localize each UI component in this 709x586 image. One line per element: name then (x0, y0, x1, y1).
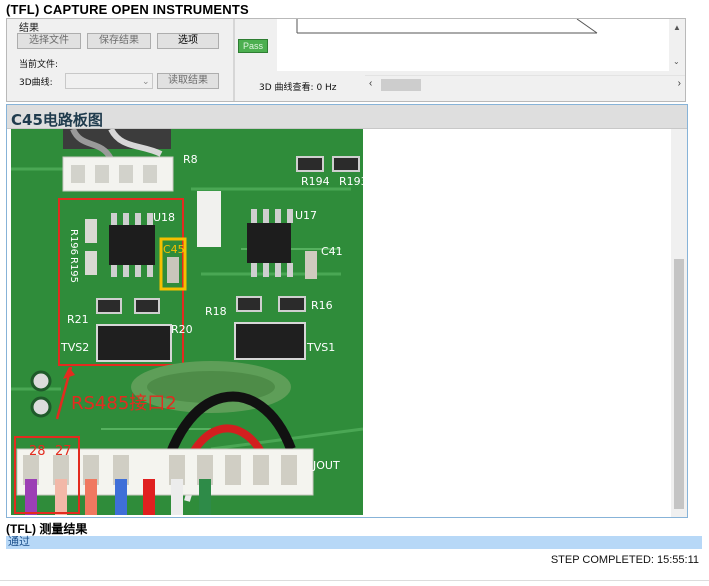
label-pin27: 27 (55, 444, 72, 459)
panel-divider (233, 19, 235, 101)
label-r194: R194 (301, 175, 330, 188)
plot-curve (576, 18, 598, 34)
scroll-right-icon[interactable]: › (678, 78, 681, 89)
select-file-button[interactable]: 选择文件 (17, 33, 81, 49)
scroll-down-icon[interactable]: ⌄ (673, 57, 680, 66)
result-status: 通过 (8, 536, 30, 548)
scrollbar-thumb[interactable] (381, 79, 421, 91)
label-r8: R8 (183, 153, 198, 166)
bottom-divider (0, 580, 709, 581)
label-r193: R193 (339, 175, 363, 188)
curve-plot-svg (296, 18, 598, 34)
label-r20: R20 (171, 323, 193, 336)
window-title: (TFL) CAPTURE OPEN INSTRUMENTS (6, 2, 249, 17)
chevron-down-icon: ⌄ (142, 76, 150, 86)
label-r21: R21 (67, 313, 89, 326)
label-u18: U18 (153, 211, 175, 224)
options-button[interactable]: 选项 (157, 33, 219, 49)
label-rs485: RS485接口2 (71, 393, 177, 414)
label-tvs2: TVS2 (60, 341, 89, 354)
label-r196: R196 (68, 229, 79, 255)
curve-plot-area (277, 18, 669, 71)
label-tvs1: TVS1 (306, 341, 335, 354)
step-status: STEP COMPLETED: 15:55:11 (550, 554, 699, 566)
label-c45: C45 (163, 243, 185, 256)
label-r18: R18 (205, 305, 227, 318)
curve-3d-label: 3D曲线: (19, 78, 53, 88)
board-title: C45电路板图 (11, 111, 103, 129)
board-header: C45电路板图 (7, 105, 687, 129)
pcb-image: R8 U18 R196 R195 C45 R194 R193 U17 C41 R… (11, 127, 368, 515)
board-section: C45电路板图 R8 U18 R196 R195 C45 R194 R19 U1… (6, 104, 688, 518)
plot-scrollbar[interactable]: ▲ ⌄ (669, 19, 685, 71)
pass-indicator: Pass (238, 39, 268, 53)
freq-label: 3D 曲线查看: (259, 83, 314, 93)
group-label: 结果 (19, 23, 39, 34)
label-r16: R16 (311, 299, 333, 312)
board-scrollbar[interactable] (671, 129, 687, 517)
label-c41: C41 (321, 245, 343, 258)
result-title: (TFL) 测量结果 (6, 522, 88, 536)
current-file-label: 当前文件: (19, 60, 59, 70)
result-bar: 通过 (6, 536, 702, 549)
capture-panel: 结果 选择文件 保存结果 选项 当前文件: 3D曲线: ⌄ 读取结果 Pass … (6, 18, 686, 102)
plot-horizontal-scrollbar[interactable]: ‹ › (365, 75, 685, 93)
board-scrollbar-thumb[interactable] (674, 259, 684, 509)
freq-readout: 3D 曲线查看: 0 Hz (259, 80, 337, 93)
label-jout: JOUT (312, 459, 340, 472)
capture-controls: 结果 选择文件 保存结果 选项 当前文件: 3D曲线: ⌄ 读取结果 (7, 19, 233, 101)
main-window: (TFL) CAPTURE OPEN INSTRUMENTS 结果 选择文件 保… (0, 0, 709, 586)
label-pin28: 28 (29, 444, 46, 459)
freq-value: 0 Hz (316, 83, 337, 93)
save-result-button[interactable]: 保存结果 (87, 33, 151, 49)
label-u17: U17 (295, 209, 317, 222)
scroll-up-icon[interactable]: ▲ (673, 23, 681, 32)
scroll-left-icon[interactable]: ‹ (369, 78, 372, 89)
curve-3d-select[interactable]: ⌄ (65, 73, 153, 89)
pcb-illustration: R8 U18 R196 R195 C45 R194 R193 U17 C41 R… (11, 127, 368, 515)
label-r195: R195 (68, 257, 79, 283)
read-result-button[interactable]: 读取结果 (157, 73, 219, 89)
